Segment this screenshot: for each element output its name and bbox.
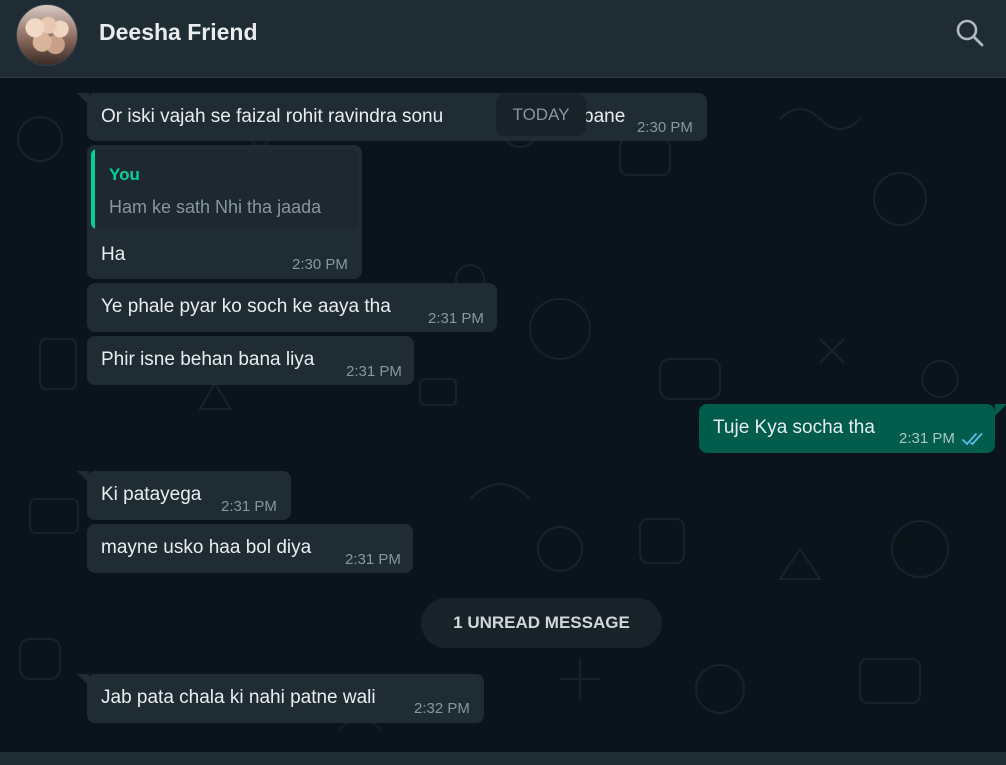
message-text-trailing: pane [583,106,626,127]
message-time: 2:30 PM [637,119,693,136]
message-text: Jab pata chala ki nahi patne wali [101,687,376,708]
message-time: 2:31 PM [345,551,401,568]
quote-accent-bar [91,149,95,229]
composer-bar-edge [0,752,1006,765]
incoming-message[interactable]: Ye phale pyar ko soch ke aaya tha 2:31 P… [87,283,497,332]
quoted-message[interactable]: You Ham ke sath Nhi tha jaada [91,149,358,229]
search-icon[interactable] [954,17,986,49]
message-text: Ki patayega [101,484,202,505]
bubble-tail [77,674,89,686]
message-text: Ye phale pyar ko soch ke aaya tha [101,296,391,317]
message-time: 2:31 PM [899,430,955,447]
incoming-message[interactable]: Ki patayega 2:31 PM [87,471,291,520]
read-receipt-icon [962,433,983,446]
quoted-text: Ham ke sath Nhi tha jaada [109,197,322,217]
message-time: 2:31 PM [346,363,402,380]
contact-avatar[interactable] [16,4,78,66]
bubble-tail [77,93,89,105]
unread-divider: 1 UNREAD MESSAGE [421,598,662,648]
message-text: Tuje Kya socha tha [713,417,875,438]
incoming-message[interactable]: Or iski vajah se faizal rohit ravindra s… [87,93,707,141]
bubble-tail [995,404,1006,416]
message-time: 2:31 PM [428,310,484,327]
message-text: mayne usko haa bol diya [101,537,312,558]
outgoing-message[interactable]: Tuje Kya socha tha 2:31 PM [699,404,995,453]
message-time: 2:30 PM [292,256,348,273]
incoming-message[interactable]: mayne usko haa bol diya 2:31 PM [87,524,413,573]
incoming-message[interactable]: You Ham ke sath Nhi tha jaada Ha 2:30 PM [87,145,362,279]
quoted-author: You [109,165,140,184]
message-time: 2:31 PM [221,498,277,515]
date-divider: TODAY [496,94,586,136]
message-text: Phir isne behan bana liya [101,349,315,370]
incoming-message[interactable]: Phir isne behan bana liya 2:31 PM [87,336,414,385]
message-text: Or iski vajah se faizal rohit ravindra s… [101,106,444,127]
bubble-tail [77,471,89,483]
chat-header: Deesha Friend [0,0,1006,78]
incoming-message[interactable]: Jab pata chala ki nahi patne wali 2:32 P… [87,674,484,723]
message-time: 2:32 PM [414,700,470,717]
message-text: Ha [101,244,126,265]
contact-name[interactable]: Deesha Friend [99,19,258,46]
message-list[interactable]: Or iski vajah se faizal rohit ravindra s… [0,79,1006,752]
